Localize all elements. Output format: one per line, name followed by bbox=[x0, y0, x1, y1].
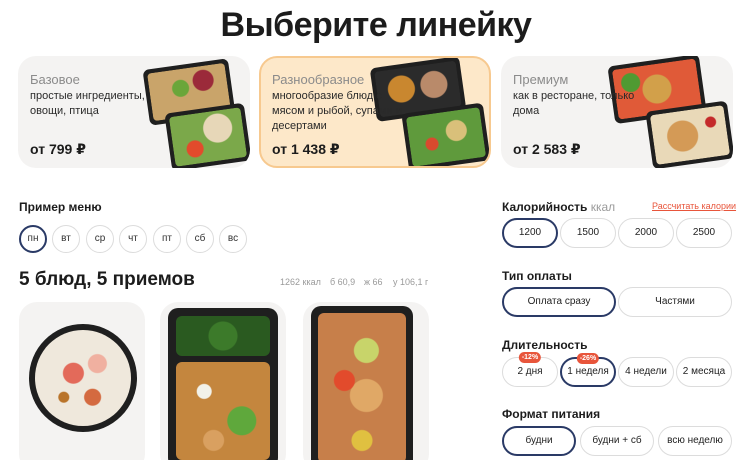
stat-carbs: у 106,1 г bbox=[393, 277, 429, 287]
plan-name: Разнообразное bbox=[272, 72, 365, 87]
pay-full-option[interactable]: Оплата сразу bbox=[502, 287, 616, 317]
meal-tray-image bbox=[168, 308, 278, 460]
day-button-sun[interactable]: вс bbox=[219, 225, 247, 253]
page-title: Выберите линейку bbox=[220, 6, 532, 44]
plan-price: от 2 583 ₽ bbox=[513, 141, 581, 157]
format-option-weekdays[interactable]: будни bbox=[502, 426, 576, 456]
plan-card-varied[interactable]: Разнообразное многообразие блюд с мясом … bbox=[259, 56, 491, 168]
day-button-wed[interactable]: ср bbox=[86, 225, 114, 253]
plan-name: Базовое bbox=[30, 72, 80, 87]
food-tray-image bbox=[645, 100, 733, 168]
day-button-sat[interactable]: сб bbox=[186, 225, 214, 253]
format-option-weekdays-sat[interactable]: будни + сб bbox=[580, 426, 654, 456]
calorie-option-1200[interactable]: 1200 bbox=[502, 218, 558, 248]
meal-card[interactable] bbox=[303, 302, 429, 460]
meal-card[interactable] bbox=[19, 302, 145, 460]
duration-option-label: 1 неделя bbox=[567, 366, 609, 377]
stat-calories: 1262 ккал bbox=[280, 277, 321, 287]
day-button-tue[interactable]: вт bbox=[52, 225, 80, 253]
payment-type-label: Тип оплаты bbox=[502, 269, 572, 283]
meals-summary-title: 5 блюд, 5 приемов bbox=[19, 269, 195, 290]
food-tray-image bbox=[401, 102, 489, 166]
meal-tray-image bbox=[311, 306, 413, 460]
pay-installments-option[interactable]: Частями bbox=[618, 287, 732, 317]
meal-format-label: Формат питания bbox=[502, 407, 601, 421]
calorie-option-1500[interactable]: 1500 bbox=[560, 218, 616, 248]
duration-option-1-week[interactable]: 1 неделя -26% bbox=[560, 353, 616, 387]
meal-card[interactable] bbox=[160, 302, 286, 460]
food-tray-image bbox=[164, 102, 250, 168]
calories-unit: ккал bbox=[590, 200, 616, 214]
duration-option-label: 2 дня bbox=[517, 366, 543, 377]
meal-bowl-image bbox=[29, 324, 137, 432]
discount-badge: -26% bbox=[576, 353, 600, 364]
plan-price: от 799 ₽ bbox=[30, 141, 86, 157]
duration-option-2-months[interactable]: 2 месяца bbox=[676, 357, 732, 387]
plan-description: как в ресторане, только дома bbox=[513, 90, 635, 117]
calories-label: Калорийность ккал bbox=[502, 200, 616, 214]
duration-option-4-weeks[interactable]: 4 недели bbox=[618, 357, 674, 387]
stat-fat: ж 66 bbox=[364, 277, 383, 287]
calculate-calories-link[interactable]: Рассчитать калории bbox=[652, 201, 736, 211]
stat-protein: б 60,9 bbox=[330, 277, 356, 287]
plan-card-basic[interactable]: Базовое простые ингредиенты, овощи, птиц… bbox=[18, 56, 250, 168]
plan-name: Премиум bbox=[513, 72, 569, 87]
day-button-thu[interactable]: чт bbox=[119, 225, 147, 253]
menu-example-label: Пример меню bbox=[19, 200, 102, 214]
discount-badge: -12% bbox=[518, 352, 542, 363]
plan-description: простые ингредиенты, овощи, птица bbox=[30, 90, 145, 117]
day-button-fri[interactable]: пт bbox=[153, 225, 181, 253]
duration-option-2-days[interactable]: 2 дня -12% bbox=[502, 352, 558, 387]
calorie-option-2000[interactable]: 2000 bbox=[618, 218, 674, 248]
duration-label: Длительность bbox=[502, 338, 588, 352]
plan-description: многообразие блюд с мясом и рыбой, супам… bbox=[272, 90, 402, 132]
day-button-mon[interactable]: пн bbox=[19, 225, 47, 253]
calorie-option-2500[interactable]: 2500 bbox=[676, 218, 732, 248]
plan-card-premium[interactable]: Премиум как в ресторане, только дома от … bbox=[501, 56, 733, 168]
plan-price: от 1 438 ₽ bbox=[272, 141, 340, 157]
format-option-all-week[interactable]: всю неделю bbox=[658, 426, 732, 456]
